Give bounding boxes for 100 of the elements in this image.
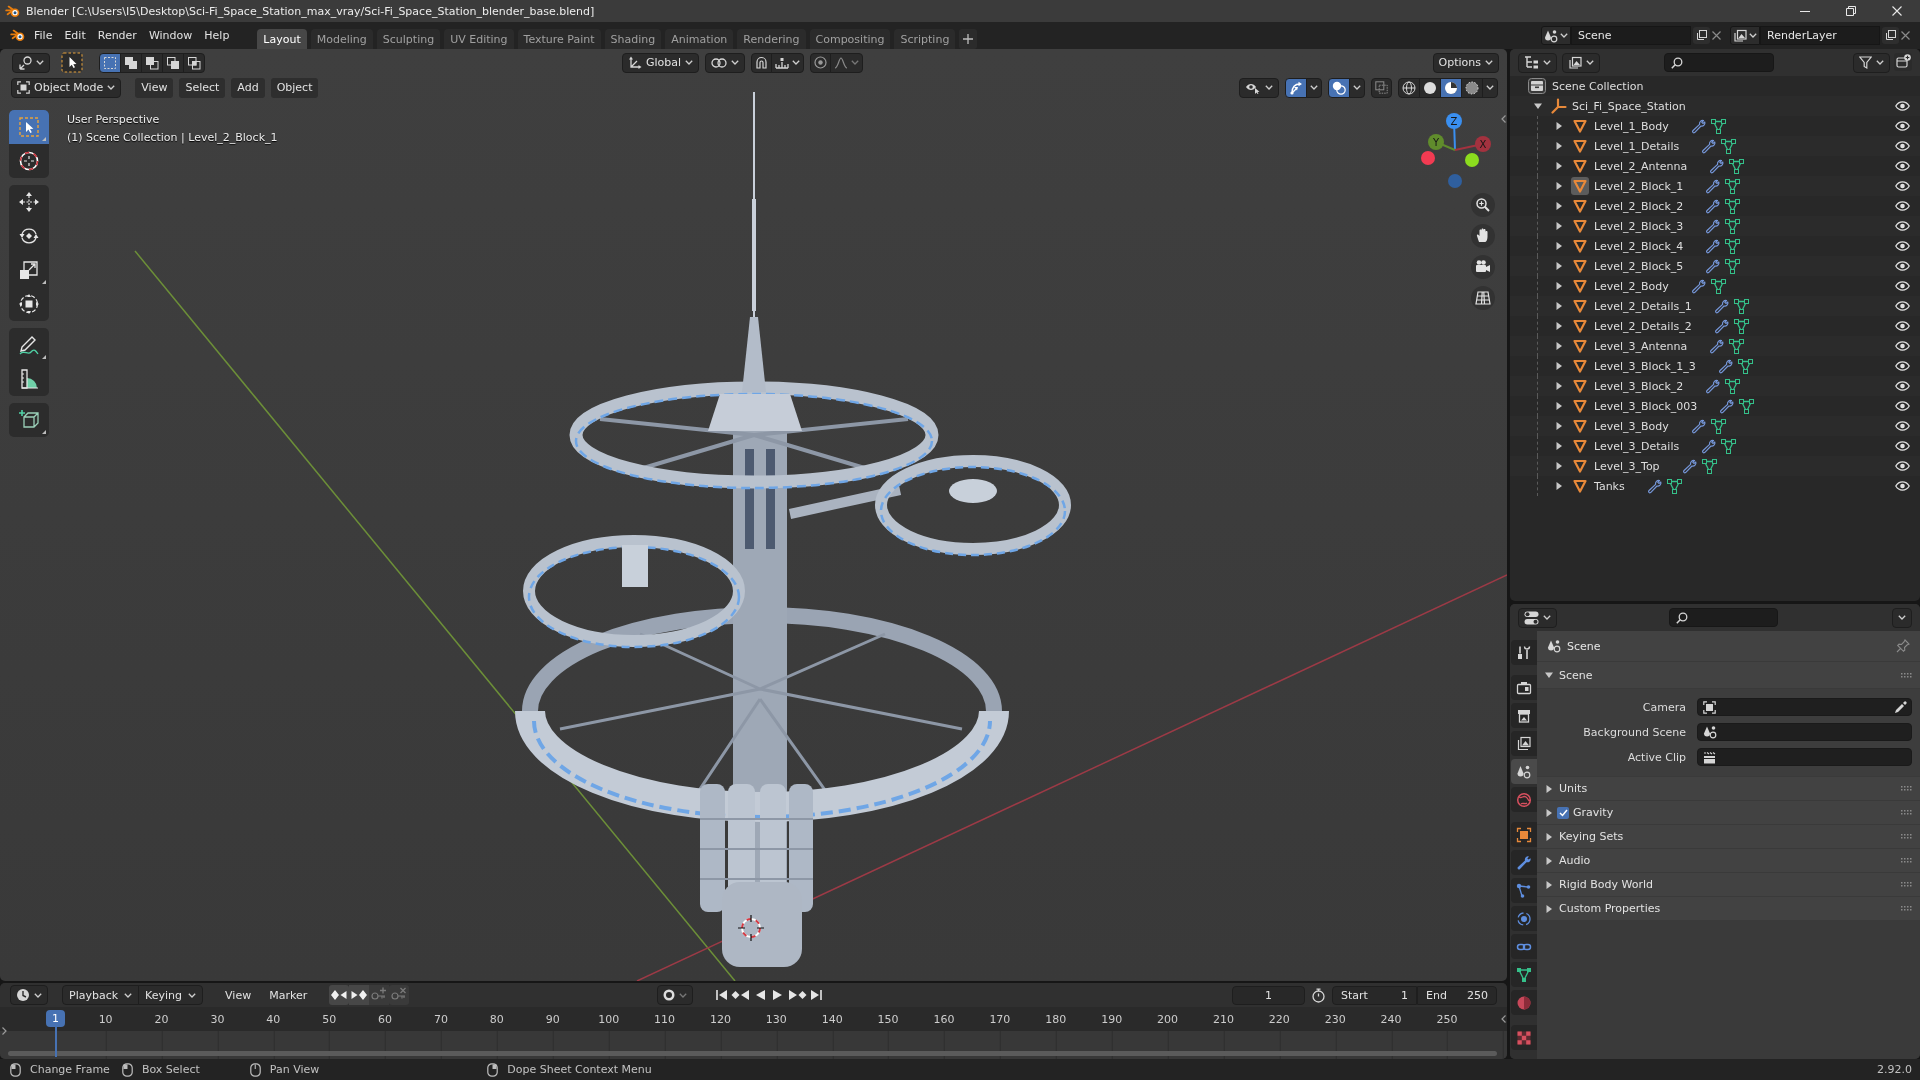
workspace-tab[interactable]: Animation (665, 29, 734, 49)
properties-tab[interactable] (1511, 850, 1537, 875)
wrench-icon[interactable] (1701, 138, 1717, 154)
xray-toggle[interactable] (1371, 77, 1392, 98)
close-icon[interactable] (1901, 31, 1910, 40)
auto-keying-button[interactable] (656, 985, 693, 1005)
eye-icon[interactable] (1895, 461, 1910, 471)
eye-icon[interactable] (1895, 281, 1910, 291)
wrench-icon[interactable] (1681, 458, 1697, 474)
close-icon[interactable] (1712, 31, 1721, 40)
wrench-icon[interactable] (1705, 218, 1721, 234)
triangle-vertices-icon[interactable] (1725, 238, 1741, 254)
editor-type-button[interactable] (1518, 607, 1557, 628)
eye-icon[interactable] (1895, 301, 1910, 311)
wrench-icon[interactable] (1717, 358, 1733, 374)
shading-mode-button[interactable] (1440, 77, 1462, 98)
triangle-right-icon[interactable] (1555, 462, 1563, 470)
eye-icon[interactable] (1895, 221, 1910, 231)
add-cube-tool[interactable] (9, 403, 49, 437)
menu-dropdown[interactable]: Playback (62, 985, 140, 1005)
menu-item[interactable]: Window (142, 25, 199, 46)
shading-mode-button[interactable] (1461, 77, 1483, 98)
triangle-vertices-icon[interactable] (1725, 258, 1741, 274)
properties-tab[interactable] (1511, 759, 1537, 784)
triangle-vertices-icon[interactable] (1725, 178, 1741, 194)
panel-header[interactable]: Custom Properties (1537, 897, 1920, 920)
stopwatch-icon[interactable] (1311, 987, 1326, 1003)
eye-icon[interactable] (1895, 241, 1910, 251)
wrench-icon[interactable] (1705, 198, 1721, 214)
triangle-vertices-icon[interactable] (1701, 458, 1717, 474)
view-layer-name-field[interactable]: RenderLayer (1760, 26, 1880, 45)
orientation-dropdown[interactable]: Global (621, 52, 700, 73)
triangle-vertices-icon[interactable] (1739, 398, 1755, 414)
wrench-icon[interactable] (1713, 298, 1729, 314)
wrench-icon[interactable] (1705, 378, 1721, 394)
properties-tab[interactable] (1511, 822, 1537, 847)
triangle-right-icon[interactable] (1555, 142, 1563, 150)
triangle-vertices-icon[interactable] (1710, 278, 1726, 294)
object-field[interactable] (1697, 723, 1912, 741)
shading-dropdown[interactable] (1482, 77, 1498, 98)
wrench-icon[interactable] (1705, 238, 1721, 254)
select-box-tool[interactable] (9, 110, 49, 144)
triangle-vertices-icon[interactable] (1729, 338, 1745, 354)
snap-toggle[interactable] (751, 52, 773, 73)
triangle-right-icon[interactable] (1555, 442, 1563, 450)
pivot-dropdown[interactable] (705, 52, 746, 73)
menu-item[interactable]: Object (270, 77, 319, 98)
eye-icon[interactable] (1895, 101, 1910, 111)
overlays-dropdown[interactable] (1349, 77, 1365, 98)
pin-icon[interactable] (1896, 639, 1910, 653)
select-mode-button[interactable] (99, 52, 121, 73)
triangle-right-icon[interactable] (1555, 422, 1563, 430)
menu-item[interactable]: Render (91, 25, 143, 46)
wrench-icon[interactable] (1690, 278, 1706, 294)
properties-tab[interactable] (1511, 962, 1537, 987)
scene-name-field[interactable]: Scene (1571, 26, 1691, 45)
properties-tab[interactable] (1511, 640, 1537, 665)
view-layer-browse-button[interactable] (1730, 26, 1760, 45)
copy-icon[interactable] (1882, 27, 1899, 44)
snap-target-dropdown[interactable] (771, 52, 805, 73)
menu-item[interactable]: View (219, 985, 258, 1005)
properties-tab[interactable] (1511, 906, 1537, 931)
shading-mode-button[interactable] (1419, 77, 1441, 98)
triangle-vertices-icon[interactable] (1710, 418, 1726, 434)
zoom-icon[interactable] (1471, 193, 1495, 217)
eye-icon[interactable] (1895, 161, 1910, 171)
search-field[interactable] (1664, 53, 1774, 72)
triangle-vertices-icon[interactable] (1666, 478, 1682, 494)
menu-item[interactable]: Edit (58, 25, 92, 46)
new-collection-icon[interactable] (1894, 52, 1912, 71)
hand-icon[interactable] (1471, 224, 1495, 248)
eye-icon[interactable] (1895, 201, 1910, 211)
object-field[interactable] (1697, 698, 1912, 716)
workspace-tab[interactable]: Texture Paint (517, 29, 601, 49)
triangle-vertices-icon[interactable] (1733, 318, 1749, 334)
triangle-right-icon[interactable] (1555, 362, 1563, 370)
menu-item[interactable]: Add (231, 77, 265, 98)
triangle-right-icon[interactable] (1555, 182, 1563, 190)
editor-type-button[interactable] (1518, 52, 1557, 73)
options-dropdown[interactable]: Options (1432, 52, 1499, 73)
triangle-right-icon[interactable] (1555, 262, 1563, 270)
select-mode-button[interactable] (162, 52, 184, 73)
triangle-down-icon[interactable] (1534, 102, 1542, 110)
menu-item[interactable]: File (28, 25, 59, 46)
workspace-tab[interactable]: Rendering (737, 29, 806, 49)
axis-handle[interactable] (1421, 151, 1435, 165)
search-field[interactable] (1669, 608, 1778, 627)
triangle-vertices-icon[interactable] (1725, 198, 1741, 214)
triangle-vertices-icon[interactable] (1725, 378, 1741, 394)
triangle-vertices-icon[interactable] (1721, 138, 1737, 154)
object-field[interactable] (1697, 748, 1912, 766)
workspace-tab[interactable]: Sculpting (376, 29, 441, 49)
wrench-icon[interactable] (1701, 438, 1717, 454)
axis-handle[interactable] (1465, 153, 1479, 167)
filter-dropdown[interactable] (1853, 52, 1890, 73)
wrench-icon[interactable] (1705, 178, 1721, 194)
gizmo-toggle[interactable] (1285, 77, 1307, 98)
triangle-vertices-icon[interactable] (1737, 358, 1753, 374)
properties-tab[interactable] (1511, 731, 1537, 756)
triangle-right-icon[interactable] (1555, 402, 1563, 410)
